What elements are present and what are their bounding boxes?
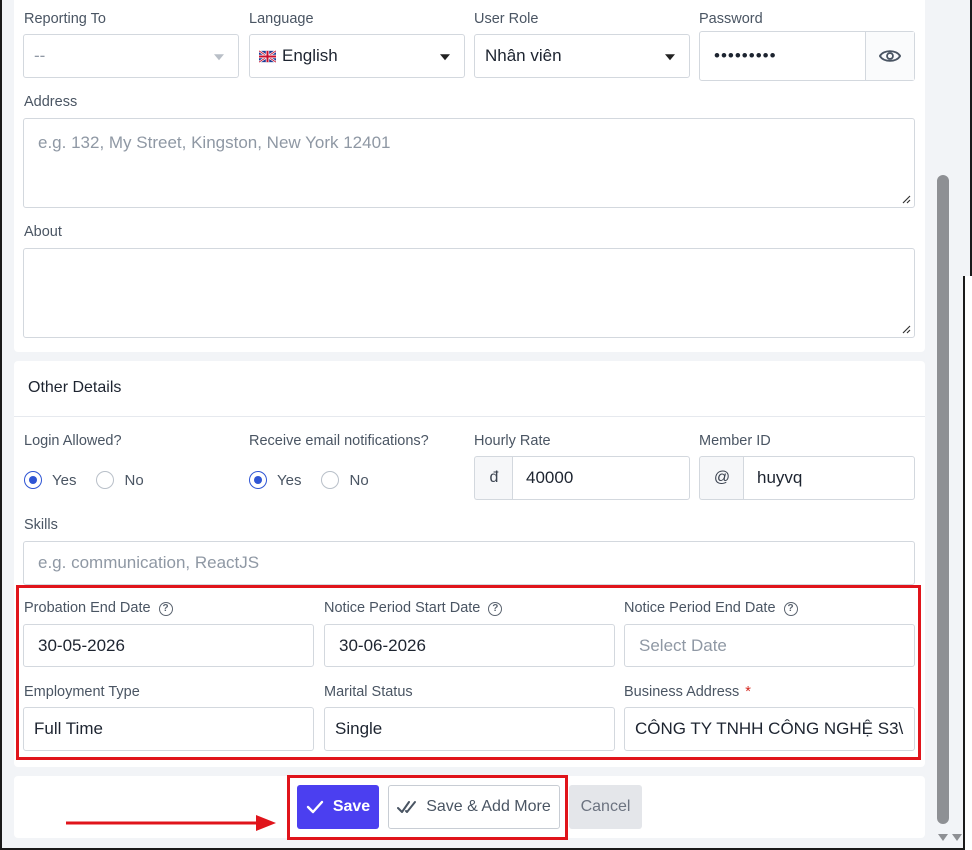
- profile-card: Reporting To -- Language English User Ro…: [14, 0, 925, 352]
- other-details-title: Other Details: [28, 379, 122, 396]
- eye-icon: [879, 50, 901, 62]
- annotation-highlight-buttons: [287, 775, 568, 840]
- scroll-down-arrow-icon[interactable]: [952, 834, 962, 841]
- uk-flag-icon: [259, 49, 276, 63]
- password-value: •••••••••: [714, 46, 777, 65]
- section-divider: [14, 416, 925, 417]
- hourly-rate-input[interactable]: 40000: [512, 456, 690, 500]
- annotation-highlight-fields: [16, 585, 921, 760]
- hourly-rate-label: Hourly Rate: [474, 433, 551, 449]
- chevron-down-icon: [440, 54, 450, 61]
- password-toggle-button[interactable]: [865, 32, 914, 80]
- address-label: Address: [24, 94, 78, 110]
- chevron-down-icon: [214, 54, 224, 61]
- address-placeholder: e.g. 132, My Street, Kingston, New York …: [38, 133, 391, 152]
- user-role-label: User Role: [474, 11, 539, 27]
- email-notifications-no-radio[interactable]: [321, 471, 340, 489]
- reporting-to-value: --: [34, 46, 46, 65]
- cancel-button-label: Cancel: [580, 798, 631, 815]
- member-id-label: Member ID: [699, 433, 771, 449]
- email-notifications-label: Receive email notifications?: [249, 433, 429, 449]
- at-prefix: @: [699, 456, 744, 500]
- member-id-input[interactable]: huyvq: [743, 456, 915, 500]
- login-allowed-radio-group: Yes No: [24, 471, 164, 489]
- scrollbar-thumb[interactable]: [937, 175, 949, 824]
- user-role-select[interactable]: Nhân viên: [474, 34, 690, 78]
- login-allowed-no-label[interactable]: No: [124, 472, 143, 489]
- arrow-right-icon: [66, 815, 276, 831]
- login-allowed-no-radio[interactable]: [96, 471, 115, 489]
- chevron-down-icon: [665, 54, 675, 61]
- address-textarea[interactable]: e.g. 132, My Street, Kingston, New York …: [23, 118, 915, 208]
- about-textarea[interactable]: [23, 248, 915, 338]
- email-notifications-yes-radio[interactable]: [249, 471, 267, 489]
- reporting-to-label: Reporting To: [24, 11, 106, 27]
- resize-handle-icon[interactable]: [901, 194, 911, 204]
- language-select[interactable]: English: [249, 34, 465, 78]
- language-value: English: [282, 46, 338, 65]
- cancel-button[interactable]: Cancel: [569, 785, 642, 829]
- outer-scrollbar: [963, 276, 972, 850]
- email-notifications-yes-label[interactable]: Yes: [277, 472, 301, 489]
- login-allowed-yes-label[interactable]: Yes: [52, 472, 76, 489]
- scroll-down-arrow-icon[interactable]: [938, 834, 948, 841]
- skills-input[interactable]: e.g. communication, ReactJS: [23, 541, 915, 585]
- password-label: Password: [699, 11, 763, 27]
- language-label: Language: [249, 11, 314, 27]
- email-notifications-no-label[interactable]: No: [349, 472, 368, 489]
- member-id-value: huyvq: [757, 468, 803, 487]
- skills-label: Skills: [24, 517, 58, 533]
- currency-prefix: đ: [474, 456, 513, 500]
- login-allowed-yes-radio[interactable]: [24, 471, 42, 489]
- form-frame: Reporting To -- Language English User Ro…: [0, 0, 972, 850]
- reporting-to-select[interactable]: --: [23, 34, 239, 78]
- login-allowed-label: Login Allowed?: [24, 433, 122, 449]
- user-role-value: Nhân viên: [485, 46, 562, 65]
- skills-placeholder: e.g. communication, ReactJS: [38, 553, 260, 572]
- resize-handle-icon[interactable]: [901, 324, 911, 334]
- about-label: About: [24, 224, 62, 240]
- hourly-rate-value: 40000: [526, 468, 574, 487]
- email-notifications-radio-group: Yes No: [249, 471, 389, 489]
